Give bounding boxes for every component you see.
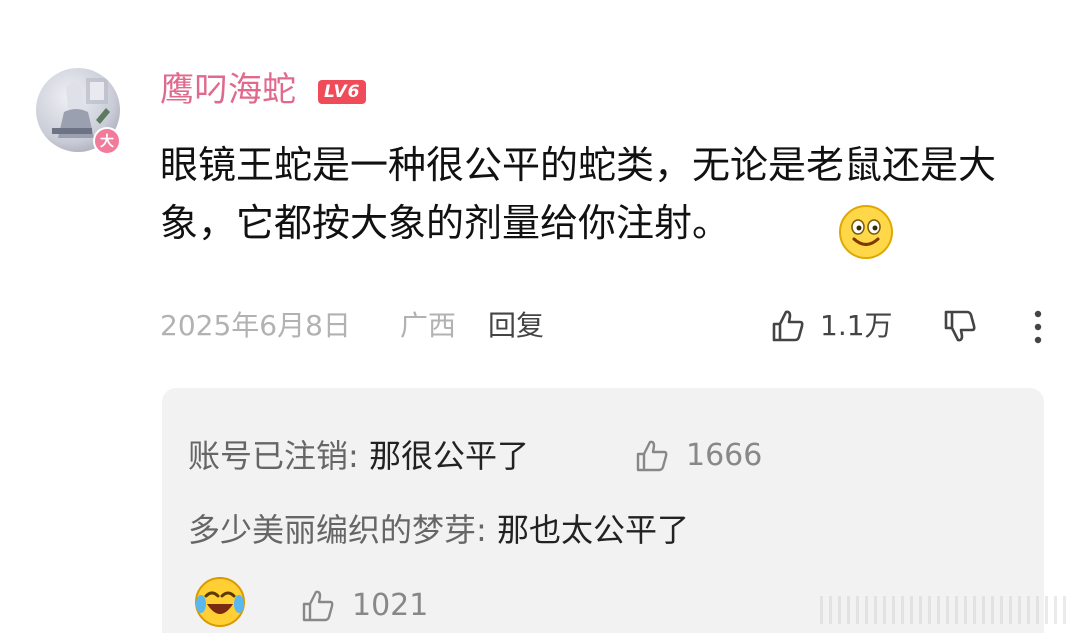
like-icon[interactable] bbox=[768, 306, 808, 346]
reply-username[interactable]: 账号已注销: bbox=[188, 437, 359, 475]
reply-like-count: 1666 bbox=[686, 438, 763, 473]
like-count: 1.1万 bbox=[820, 309, 893, 342]
laughing-crying-emoji-icon bbox=[195, 577, 245, 627]
reply-button[interactable]: 回复 bbox=[488, 306, 544, 346]
reply-like-count: 1021 bbox=[352, 588, 429, 623]
comment-date: 2025年6月8日 bbox=[160, 309, 351, 342]
watermark bbox=[820, 596, 1070, 624]
level-badge: LV6 bbox=[318, 80, 367, 104]
smile-emoji-icon bbox=[839, 205, 893, 259]
more-options-icon[interactable] bbox=[1024, 308, 1052, 346]
reply-text: 那也太公平了 bbox=[486, 511, 689, 549]
reply-item[interactable]: 多少美丽编织的梦芽: 那也太公平了 bbox=[188, 508, 689, 552]
reply-text: 那很公平了 bbox=[358, 437, 529, 475]
dislike-icon[interactable] bbox=[940, 306, 980, 346]
reply-username[interactable]: 多少美丽编织的梦芽: bbox=[188, 511, 487, 549]
reply-like-icon[interactable] bbox=[632, 436, 672, 476]
reply-like-icon[interactable] bbox=[298, 586, 338, 626]
comment-location: 广西 bbox=[400, 309, 457, 342]
reply-item[interactable]: 账号已注销: 那很公平了 bbox=[188, 434, 529, 478]
comment-username[interactable]: 鹰叼海蛇 bbox=[160, 70, 296, 110]
comment-text: 眼镜王蛇是一种很公平的蛇类，无论是老鼠还是大象，它都按大象的剂量给你注射。 bbox=[160, 143, 997, 245]
vip-badge: 大 bbox=[93, 127, 121, 155]
